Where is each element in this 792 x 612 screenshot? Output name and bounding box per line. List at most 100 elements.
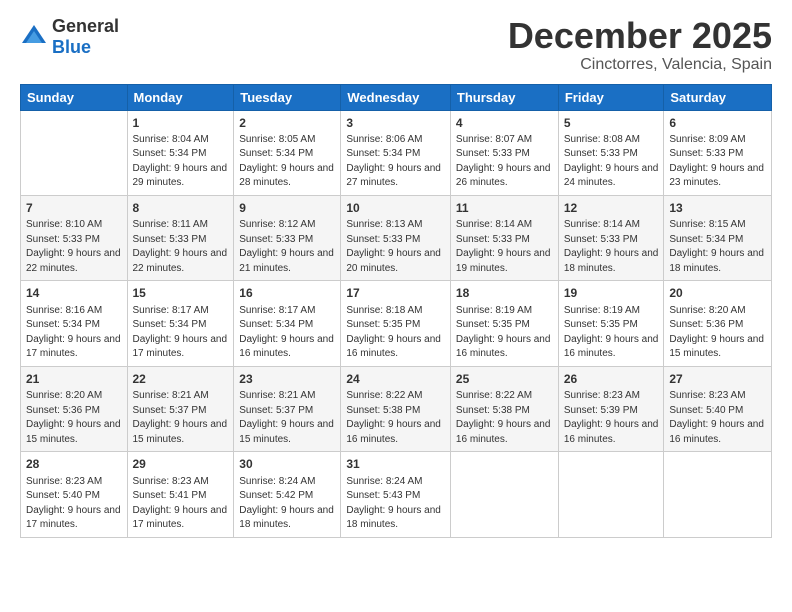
day-info: Sunrise: 8:11 AMSunset: 5:33 PMDaylight:… (133, 218, 229, 276)
calendar-week-row: 28 Sunrise: 8:23 AMSunset: 5:40 PMDayligh… (21, 452, 772, 537)
calendar-cell: 16 Sunrise: 8:17 AMSunset: 5:34 PMDayligh… (234, 281, 341, 366)
day-number: 1 (133, 115, 229, 132)
day-number: 11 (456, 200, 553, 217)
day-info: Sunrise: 8:20 AMSunset: 5:36 PMDaylight:… (669, 304, 766, 362)
calendar-cell: 22Sunrise: 8:21 AMSunset: 5:37 PMDayligh… (127, 366, 234, 451)
calendar-cell: 9Sunrise: 8:12 AMSunset: 5:33 PMDaylight… (234, 195, 341, 280)
weekday-header-row: SundayMondayTuesdayWednesdayThursdayFrid… (21, 84, 772, 110)
day-info: Sunrise: 8:21 AMSunset: 5:37 PMDaylight:… (239, 389, 335, 447)
calendar-cell (664, 452, 772, 537)
calendar-cell: 1Sunrise: 8:04 AMSunset: 5:34 PMDaylight… (127, 110, 234, 195)
calendar-week-row: 1Sunrise: 8:04 AMSunset: 5:34 PMDaylight… (21, 110, 772, 195)
day-number: 14 (26, 285, 122, 302)
logo: General Blue (20, 16, 119, 58)
day-number: 25 (456, 371, 553, 388)
location-title: Cinctorres, Valencia, Spain (508, 56, 772, 74)
day-info: Sunrise: 8:21 AMSunset: 5:37 PMDaylight:… (133, 389, 229, 447)
day-number: 16 (239, 285, 335, 302)
day-number: 18 (456, 285, 553, 302)
calendar-cell (558, 452, 664, 537)
day-info: Sunrise: 8:12 AMSunset: 5:33 PMDaylight:… (239, 218, 335, 276)
calendar-cell: 2Sunrise: 8:05 AMSunset: 5:34 PMDaylight… (234, 110, 341, 195)
calendar-cell: 15Sunrise: 8:17 AMSunset: 5:34 PMDayligh… (127, 281, 234, 366)
day-info: Sunrise: 8:13 AMSunset: 5:33 PMDaylight:… (346, 218, 445, 276)
calendar-cell: 21Sunrise: 8:20 AMSunset: 5:36 PMDayligh… (21, 366, 128, 451)
day-info: Sunrise: 8:18 AMSunset: 5:35 PMDaylight:… (346, 304, 445, 362)
calendar-cell: 20 Sunrise: 8:20 AMSunset: 5:36 PMDayligh… (664, 281, 772, 366)
calendar-cell: 6Sunrise: 8:09 AMSunset: 5:33 PMDaylight… (664, 110, 772, 195)
day-number: 22 (133, 371, 229, 388)
calendar-week-row: 21Sunrise: 8:20 AMSunset: 5:36 PMDayligh… (21, 366, 772, 451)
calendar-cell: 31Sunrise: 8:24 AMSunset: 5:43 PMDayligh… (341, 452, 451, 537)
day-number: 15 (133, 285, 229, 302)
calendar-page: General Blue December 2025 Cinctorres, V… (0, 0, 792, 612)
day-info: Sunrise: 8:09 AMSunset: 5:33 PMDaylight:… (669, 133, 766, 191)
day-number: 24 (346, 371, 445, 388)
day-number: 2 (239, 115, 335, 132)
day-number: 30 (239, 456, 335, 473)
day-number: 26 (564, 371, 659, 388)
day-number: 8 (133, 200, 229, 217)
day-info: Sunrise: 8:24 AMSunset: 5:42 PMDaylight:… (239, 475, 335, 533)
day-number: 9 (239, 200, 335, 217)
calendar-cell: 24Sunrise: 8:22 AMSunset: 5:38 PMDayligh… (341, 366, 451, 451)
calendar-cell: 27Sunrise: 8:23 AMSunset: 5:40 PMDayligh… (664, 366, 772, 451)
calendar-cell: 5Sunrise: 8:08 AMSunset: 5:33 PMDaylight… (558, 110, 664, 195)
day-info: Sunrise: 8:19 AMSunset: 5:35 PMDaylight:… (456, 304, 553, 362)
calendar-cell: 25Sunrise: 8:22 AMSunset: 5:38 PMDayligh… (450, 366, 558, 451)
header-area: General Blue December 2025 Cinctorres, V… (20, 16, 772, 74)
calendar-week-row: 14Sunrise: 8:16 AMSunset: 5:34 PMDayligh… (21, 281, 772, 366)
day-number: 28 (26, 456, 122, 473)
day-info: Sunrise: 8:17 AMSunset: 5:34 PMDaylight:… (239, 304, 335, 362)
day-info: Sunrise: 8:14 AMSunset: 5:33 PMDaylight:… (456, 218, 553, 276)
day-number: 20 (669, 285, 766, 302)
day-info: Sunrise: 8:20 AMSunset: 5:36 PMDaylight:… (26, 389, 122, 447)
calendar-cell: 18 Sunrise: 8:19 AMSunset: 5:35 PMDayligh… (450, 281, 558, 366)
weekday-header-monday: Monday (127, 84, 234, 110)
day-info: Sunrise: 8:07 AMSunset: 5:33 PMDaylight:… (456, 133, 553, 191)
month-title: December 2025 (508, 16, 772, 56)
weekday-header-wednesday: Wednesday (341, 84, 451, 110)
calendar-cell: 28 Sunrise: 8:23 AMSunset: 5:40 PMDayligh… (21, 452, 128, 537)
day-info: Sunrise: 8:23 AMSunset: 5:39 PMDaylight:… (564, 389, 659, 447)
calendar-cell: 19Sunrise: 8:19 AMSunset: 5:35 PMDayligh… (558, 281, 664, 366)
day-info: Sunrise: 8:19 AMSunset: 5:35 PMDaylight:… (564, 304, 659, 362)
day-number: 29 (133, 456, 229, 473)
calendar-cell: 29 Sunrise: 8:23 AMSunset: 5:41 PMDayligh… (127, 452, 234, 537)
calendar-cell: 13Sunrise: 8:15 AMSunset: 5:34 PMDayligh… (664, 195, 772, 280)
weekday-header-tuesday: Tuesday (234, 84, 341, 110)
day-info: Sunrise: 8:10 AMSunset: 5:33 PMDaylight:… (26, 218, 122, 276)
calendar-cell: 3Sunrise: 8:06 AMSunset: 5:34 PMDaylight… (341, 110, 451, 195)
day-number: 27 (669, 371, 766, 388)
day-info: Sunrise: 8:06 AMSunset: 5:34 PMDaylight:… (346, 133, 445, 191)
calendar-cell: 26Sunrise: 8:23 AMSunset: 5:39 PMDayligh… (558, 366, 664, 451)
day-info: Sunrise: 8:15 AMSunset: 5:34 PMDaylight:… (669, 218, 766, 276)
calendar-cell: 17Sunrise: 8:18 AMSunset: 5:35 PMDayligh… (341, 281, 451, 366)
calendar-cell: 8Sunrise: 8:11 AMSunset: 5:33 PMDaylight… (127, 195, 234, 280)
day-number: 6 (669, 115, 766, 132)
day-number: 7 (26, 200, 122, 217)
day-number: 10 (346, 200, 445, 217)
day-info: Sunrise: 8:14 AMSunset: 5:33 PMDaylight:… (564, 218, 659, 276)
weekday-header-sunday: Sunday (21, 84, 128, 110)
weekday-header-thursday: Thursday (450, 84, 558, 110)
day-info: Sunrise: 8:08 AMSunset: 5:33 PMDaylight:… (564, 133, 659, 191)
calendar-cell: 23Sunrise: 8:21 AMSunset: 5:37 PMDayligh… (234, 366, 341, 451)
logo-icon (20, 23, 48, 51)
day-info: Sunrise: 8:22 AMSunset: 5:38 PMDaylight:… (346, 389, 445, 447)
day-number: 13 (669, 200, 766, 217)
day-number: 23 (239, 371, 335, 388)
logo-general: General (52, 16, 119, 36)
day-info: Sunrise: 8:22 AMSunset: 5:38 PMDaylight:… (456, 389, 553, 447)
weekday-header-friday: Friday (558, 84, 664, 110)
day-info: Sunrise: 8:23 AMSunset: 5:40 PMDaylight:… (26, 475, 122, 533)
day-info: Sunrise: 8:04 AMSunset: 5:34 PMDaylight:… (133, 133, 229, 191)
day-info: Sunrise: 8:05 AMSunset: 5:34 PMDaylight:… (239, 133, 335, 191)
calendar-cell: 10Sunrise: 8:13 AMSunset: 5:33 PMDayligh… (341, 195, 451, 280)
day-number: 31 (346, 456, 445, 473)
calendar-cell (21, 110, 128, 195)
calendar-cell: 4Sunrise: 8:07 AMSunset: 5:33 PMDaylight… (450, 110, 558, 195)
day-info: Sunrise: 8:23 AMSunset: 5:41 PMDaylight:… (133, 475, 229, 533)
calendar-cell: 14Sunrise: 8:16 AMSunset: 5:34 PMDayligh… (21, 281, 128, 366)
calendar-cell (450, 452, 558, 537)
